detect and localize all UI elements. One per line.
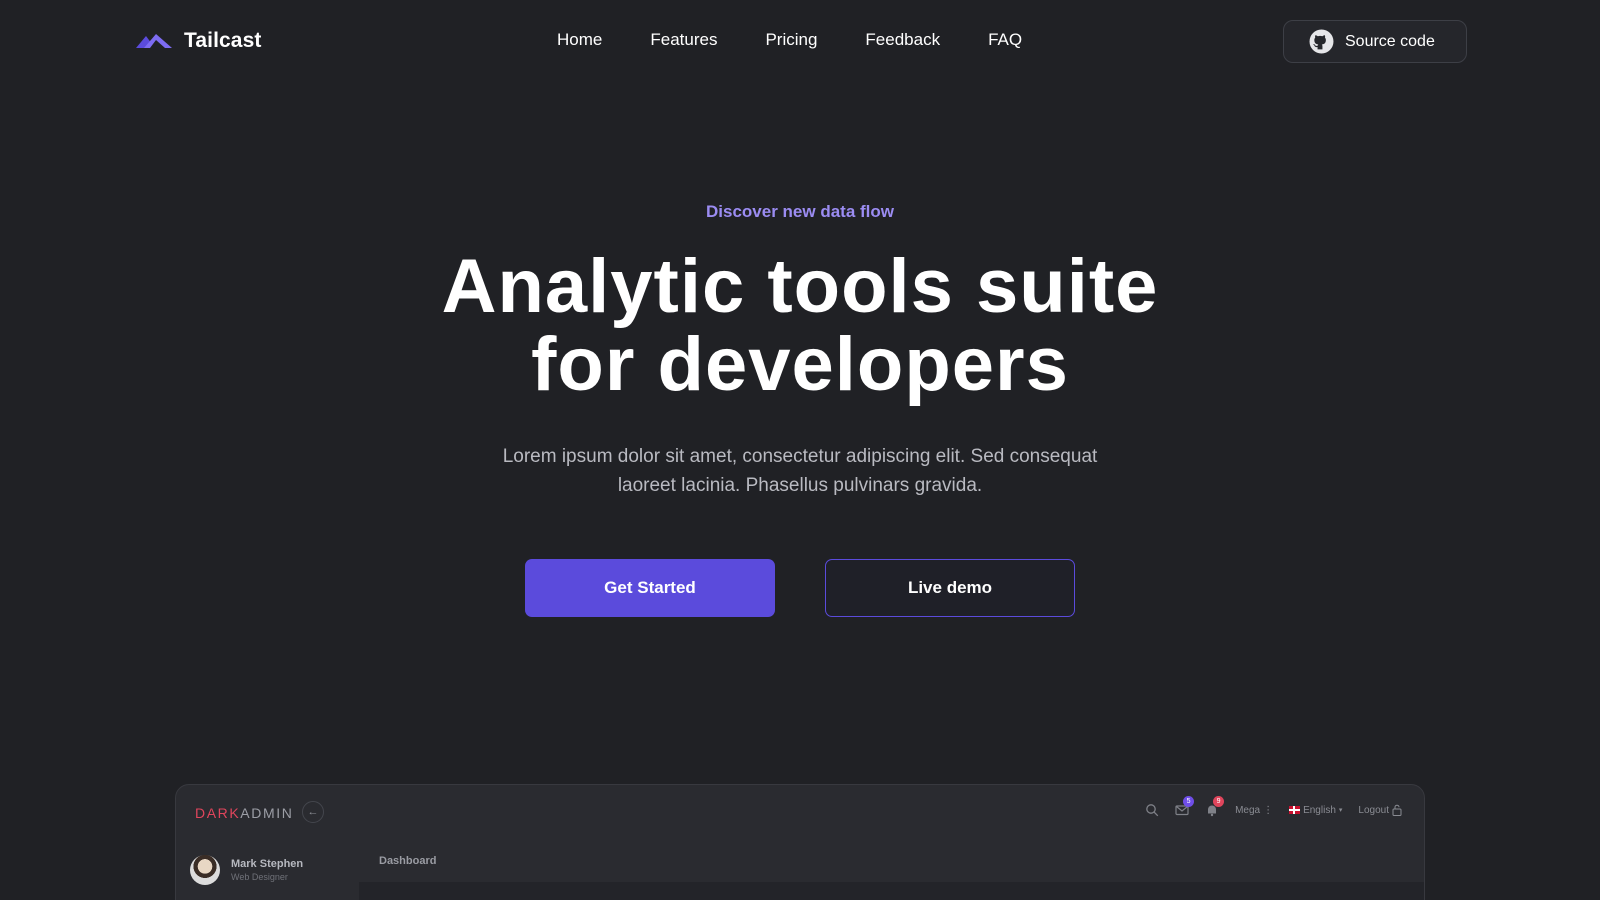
- mail-badge: 5: [1183, 796, 1195, 807]
- tailcast-logo-icon: [136, 34, 172, 48]
- github-icon: [1309, 29, 1334, 54]
- uk-flag-icon: [1289, 806, 1301, 814]
- caret-down-icon: ▾: [1338, 807, 1343, 814]
- nav-link-faq[interactable]: FAQ: [988, 30, 1022, 50]
- language-label: English: [1303, 804, 1336, 816]
- user-role: Web Designer: [231, 872, 288, 882]
- hero-title-line-1: Analytic tools suite: [441, 244, 1159, 329]
- dashboard-preview: DARKADMIN ← 5 9 Mega ⋮ English ▾ Logout …: [175, 784, 1425, 900]
- preview-topbar-actions: 5 9 Mega ⋮ English ▾ Logout: [1145, 796, 1402, 817]
- darkadmin-logo-admin: ADMIN: [240, 805, 294, 821]
- live-demo-button[interactable]: Live demo: [825, 559, 1075, 617]
- preview-user-card: Mark Stephen Web Designer: [190, 855, 303, 885]
- language-selector[interactable]: English ▾: [1289, 805, 1342, 816]
- arrow-left-icon[interactable]: ←: [302, 801, 324, 823]
- nav-link-pricing[interactable]: Pricing: [765, 30, 817, 50]
- hero-subtitle: Lorem ipsum dolor sit amet, consectetur …: [470, 442, 1130, 500]
- source-code-button[interactable]: Source code: [1283, 20, 1467, 63]
- page-title: Dashboard: [379, 855, 437, 867]
- darkadmin-logo: DARKADMIN: [195, 805, 293, 821]
- lock-icon: [1392, 804, 1402, 816]
- nav-link-feedback[interactable]: Feedback: [865, 30, 940, 50]
- mega-label: Mega: [1235, 804, 1261, 816]
- preview-content-area: [359, 882, 1424, 900]
- search-icon[interactable]: [1145, 803, 1159, 817]
- logout-link[interactable]: Logout: [1358, 804, 1402, 816]
- hero-title-line-2: for developers: [531, 322, 1069, 407]
- kebab-icon: ⋮: [1263, 804, 1274, 816]
- nav-link-home[interactable]: Home: [557, 30, 602, 50]
- hero-subtitle-line-2: laoreet lacinia. Phasellus pulvinars gra…: [617, 475, 983, 496]
- avatar: [190, 855, 220, 885]
- main-nav: Home Features Pricing Feedback FAQ: [557, 30, 1022, 50]
- hero-eyebrow: Discover new data flow: [706, 202, 894, 221]
- user-name: Mark Stephen: [231, 858, 304, 870]
- darkadmin-logo-dark: DARK: [195, 805, 241, 821]
- hero-title: Analytic tools suite for developers: [0, 248, 1600, 404]
- mail-icon[interactable]: 5: [1175, 796, 1195, 817]
- get-started-button[interactable]: Get Started: [525, 559, 775, 617]
- mega-menu-toggle[interactable]: Mega ⋮: [1235, 805, 1273, 816]
- source-code-label: Source code: [1345, 32, 1435, 50]
- brand-link[interactable]: Tailcast: [134, 26, 261, 56]
- logout-label: Logout: [1358, 804, 1389, 816]
- nav-link-features[interactable]: Features: [650, 30, 717, 50]
- top-navbar: Tailcast Home Features Pricing Feedback …: [0, 0, 1600, 84]
- brand-name: Tailcast: [184, 29, 262, 52]
- notifications-icon[interactable]: 9: [1205, 796, 1225, 817]
- hero-subtitle-line-1: Lorem ipsum dolor sit amet, consectetur …: [502, 446, 1098, 467]
- notifications-badge: 9: [1213, 796, 1225, 807]
